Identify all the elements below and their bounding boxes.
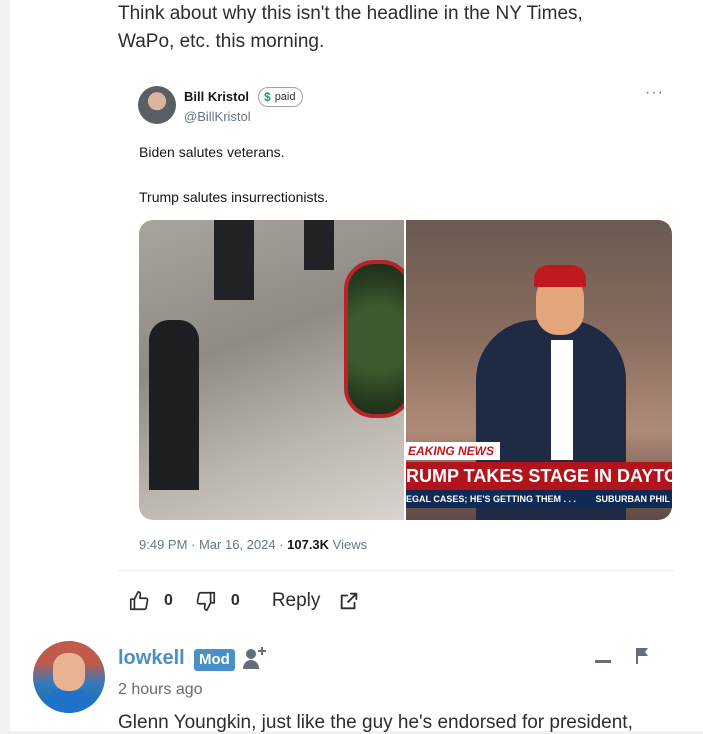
downvote-count: 0 — [230, 592, 240, 609]
comment-text-line: Think about why this isn't the headline … — [118, 3, 583, 24]
thumbs-up-icon[interactable] — [128, 590, 150, 612]
reply-username[interactable]: lowkell — [118, 647, 185, 670]
embedded-tweet[interactable]: Bill Kristol $ paid @BillKristol ··· Bid… — [118, 72, 674, 571]
paid-badge-label: paid — [274, 91, 296, 103]
tweet-meta[interactable]: 9:49 PM · Mar 16, 2024 · 107.3K Views — [139, 537, 367, 552]
tweet-text-line: Biden salutes veterans. — [139, 144, 285, 160]
avatar[interactable] — [33, 641, 105, 713]
tweet-text-line: Trump salutes insurrectionists. — [139, 189, 329, 205]
tweet-image[interactable]: EAKING NEWS RUMP TAKES STAGE IN DAYTON E… — [139, 220, 672, 520]
breaking-news-label: EAKING NEWS — [406, 442, 501, 460]
tweet-author-name[interactable]: Bill Kristol — [184, 89, 249, 104]
mod-badge: Mod — [194, 649, 235, 671]
wreath-image — [344, 260, 412, 418]
views-label: Views — [329, 537, 368, 552]
tweet-author-avatar[interactable] — [138, 86, 176, 124]
image-left-panel — [139, 220, 412, 520]
thumbs-down-icon[interactable] — [195, 590, 217, 612]
news-headline: RUMP TAKES STAGE IN DAYTON — [406, 462, 672, 490]
views-count: 107.3K — [287, 537, 330, 552]
upvote-count: 0 — [164, 592, 173, 609]
news-subticker: EGAL CASES; HE'S GETTING THEM . . . SUBU… — [406, 490, 672, 508]
reply-timestamp[interactable]: 2 hours ago — [118, 681, 203, 699]
collapse-icon[interactable] — [594, 648, 612, 668]
dollar-icon: $ — [264, 90, 271, 104]
paid-badge: $ paid — [258, 87, 304, 107]
comment-body: Think about why this isn't the headline … — [118, 0, 678, 56]
follow-user-icon[interactable] — [242, 645, 268, 671]
share-icon[interactable] — [338, 590, 360, 612]
reply-button[interactable]: Reply — [272, 590, 321, 612]
comment-actions: 0 0 Reply — [128, 586, 360, 616]
tweet-timestamp: 9:49 PM · Mar 16, 2024 · — [139, 537, 288, 552]
tweet-author-handle[interactable]: @BillKristol — [184, 109, 251, 124]
news-ticker: EAKING NEWS RUMP TAKES STAGE IN DAYTON E… — [406, 442, 672, 520]
comment-text-line: WaPo, etc. this morning. — [118, 31, 325, 52]
image-right-panel: EAKING NEWS RUMP TAKES STAGE IN DAYTON E… — [404, 220, 672, 520]
flag-icon[interactable] — [634, 646, 650, 666]
more-options-icon[interactable]: ··· — [645, 84, 664, 102]
